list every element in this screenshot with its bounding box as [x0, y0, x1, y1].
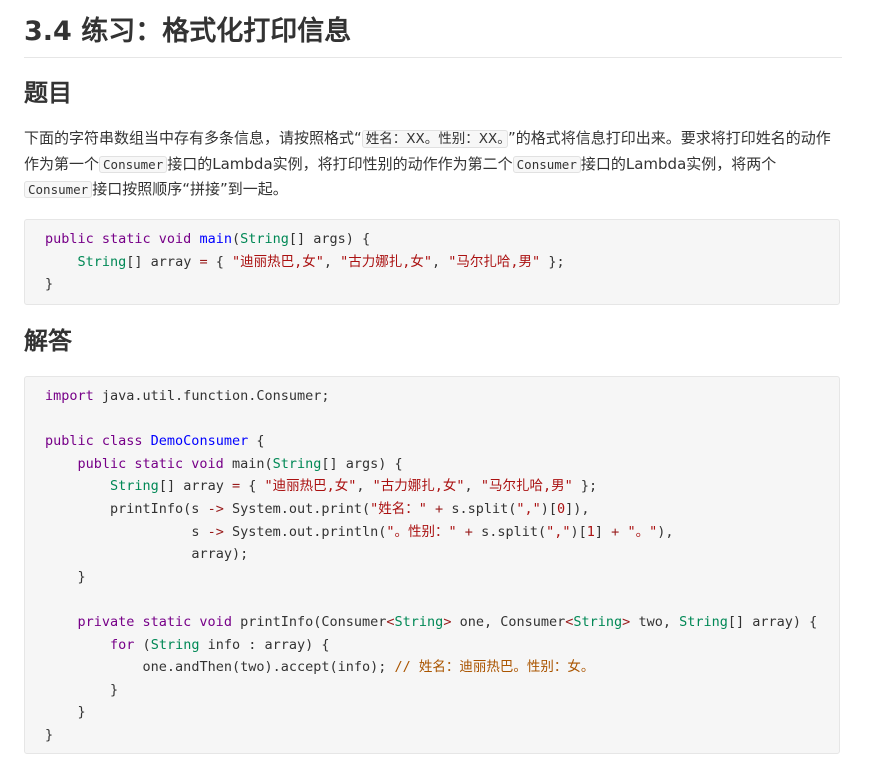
code-line: s -> System.out.println("。性别：" + s.split…: [191, 523, 674, 540]
code-line: printInfo(s -> System.out.print("姓名：" + …: [110, 500, 590, 517]
code-line: public static void main(String[] args) {: [77, 455, 403, 472]
section-title: 3.4 练习：格式化打印信息: [24, 16, 352, 47]
code-line: public static void main(String[] args) {: [45, 231, 371, 247]
consumer-inline-code: Consumer: [99, 156, 168, 173]
code-line: import java.util.function.Consumer;: [45, 388, 330, 404]
problem-heading: 题目: [24, 79, 72, 107]
code-line: array);: [191, 546, 249, 563]
problem-text-3: 接口的Lambda实例，将打印性别的动作作为第二个: [167, 155, 513, 173]
consumer-inline-code: Consumer: [24, 181, 93, 198]
format-inline-code: 姓名：XX。性别：XX。: [361, 130, 509, 148]
code-line: public class DemoConsumer {: [45, 433, 265, 450]
problem-paragraph: 下面的字符串数组当中存有多条信息，请按照格式“ 姓名：XX。性别：XX。 ”的格式将…: [24, 126, 836, 202]
code-line: }: [45, 726, 54, 743]
answer-code-block: import java.util.function.Consumer; publ…: [24, 376, 840, 754]
problem-text-5: 接口按照顺序“拼接”到一起。: [92, 180, 288, 198]
code-line: private static void printInfo(Consumer<S…: [77, 613, 818, 630]
code-line: }: [45, 568, 86, 585]
code-line: }: [45, 681, 119, 698]
answer-heading: 解答: [24, 327, 72, 355]
code-line: one.andThen(two).accept(info); // 姓名：迪丽热…: [142, 659, 595, 676]
code-line: for (String info : array) {: [110, 636, 330, 653]
code-line: }: [45, 704, 86, 721]
title-divider: [24, 57, 842, 58]
page: 3.4 练习：格式化打印信息 题目 下面的字符串数组当中存有多条信息，请按照格式…: [0, 0, 884, 768]
problem-text-1: 下面的字符串数组当中存有多条信息，请按照格式“: [24, 129, 362, 147]
consumer-inline-code: Consumer: [512, 156, 581, 173]
problem-code-block: public static void main(String[] args) {…: [24, 219, 840, 305]
code-line: String[] array = { "迪丽热巴,女", "古力娜扎,女", "…: [110, 478, 598, 495]
code-line: String[] array = { "迪丽热巴,女", "古力娜扎,女", "…: [77, 253, 565, 270]
code-line: }: [45, 276, 54, 293]
problem-text-4: 接口的Lambda实例，将两个: [580, 155, 777, 173]
